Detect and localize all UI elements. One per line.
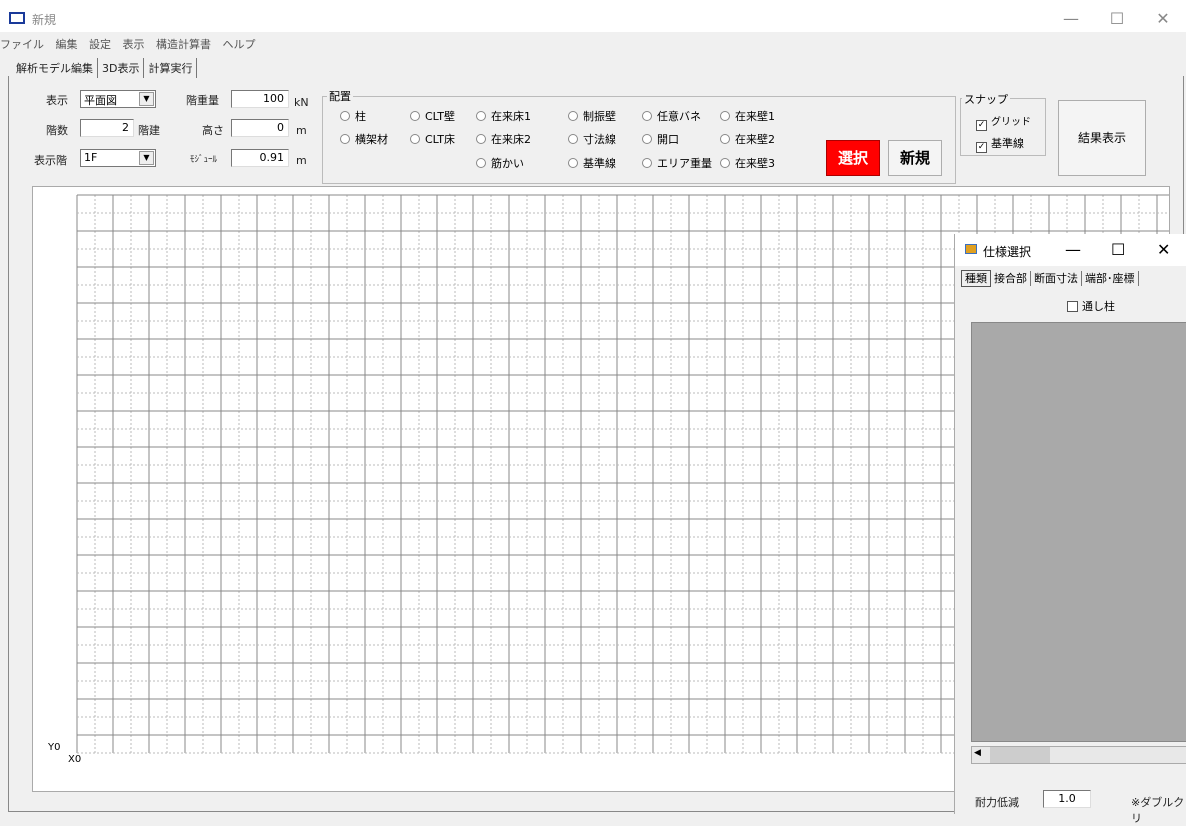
show-floor-select[interactable]: 1F ▼ — [80, 149, 156, 167]
module-unit: m — [296, 154, 307, 167]
close-button[interactable]: ✕ — [1140, 6, 1186, 32]
radio-wall1[interactable]: 在来壁1 — [720, 108, 775, 124]
tab-calc-run[interactable]: 計算実行 — [144, 58, 198, 78]
radio-dimension[interactable]: 寸法線 — [568, 131, 616, 147]
spec-window: 仕様選択 — ☐ ✕ 種類 接合部 断面寸法 端部･座標 通し柱 ◀ 耐力低減 1.0… — [954, 234, 1186, 825]
weight-unit: kN — [294, 96, 309, 109]
maximize-button[interactable]: ☐ — [1111, 240, 1125, 259]
height-label: 高さ — [202, 124, 224, 137]
menu-edit[interactable]: 編集 — [56, 38, 78, 51]
scroll-left-icon[interactable]: ◀ — [974, 748, 981, 758]
placement-title: 配置 — [327, 88, 353, 104]
grid-checkbox[interactable]: ✓ グリッド — [976, 113, 1031, 131]
floors-field[interactable]: 2 — [80, 119, 134, 137]
scroll-thumb[interactable] — [990, 747, 1050, 763]
floors-label: 階数 — [46, 124, 68, 137]
y0-label: Y0 — [48, 742, 61, 753]
height-unit: m — [296, 124, 307, 137]
radio-damper-wall[interactable]: 制振壁 — [568, 108, 616, 124]
radio-area-weight[interactable]: エリア重量 — [642, 155, 712, 171]
title-bar: 新規 — ☐ ✕ — [0, 0, 1186, 32]
horizontal-scrollbar[interactable]: ◀ — [971, 746, 1186, 764]
minimize-button[interactable]: — — [1048, 6, 1094, 32]
window-icon — [965, 244, 977, 254]
display-value: 平面図 — [84, 94, 117, 107]
note-text: ※ダブルクリ — [1131, 796, 1185, 825]
tab-3d-view[interactable]: 3D表示 — [98, 58, 145, 78]
baseline-checkbox[interactable]: ✓ 基準線 — [976, 135, 1024, 153]
weight-label: 階重量 — [186, 94, 219, 107]
radio-baseline[interactable]: 基準線 — [568, 155, 616, 171]
select-button[interactable]: 選択 — [826, 140, 880, 176]
tab-end[interactable]: 端部･座標 — [1082, 271, 1139, 286]
spec-title-bar: 仕様選択 — ☐ ✕ — [955, 234, 1186, 266]
module-label: ﾓｼﾞｭｰﾙ — [190, 155, 218, 165]
chevron-down-icon: ▼ — [139, 92, 154, 106]
through-column-checkbox[interactable]: 通し柱 — [1067, 298, 1115, 314]
spec-list-area[interactable] — [971, 322, 1186, 742]
menu-view[interactable]: 表示 — [123, 38, 145, 51]
new-button[interactable]: 新規 — [888, 140, 942, 176]
weight-field[interactable]: 100 — [231, 90, 289, 108]
menu-report[interactable]: 構造計算書 — [156, 38, 211, 51]
show-floor-label: 表示階 — [34, 154, 67, 167]
radio-opening[interactable]: 開口 — [642, 131, 679, 147]
height-field[interactable]: 0 — [231, 119, 289, 137]
menu-bar: ファイル 編集 設定 表示 構造計算書 ヘルプ — [0, 36, 264, 54]
reduction-label: 耐力低減 — [975, 796, 1019, 809]
radio-wall2[interactable]: 在来壁2 — [720, 131, 775, 147]
menu-help[interactable]: ヘルプ — [223, 38, 256, 51]
show-floor-value: 1F — [84, 151, 98, 164]
floors-unit: 階建 — [138, 124, 160, 137]
window-title: 新規 — [32, 13, 57, 27]
result-button[interactable]: 結果表示 — [1058, 100, 1146, 176]
display-label: 表示 — [46, 94, 68, 107]
reduction-field[interactable]: 1.0 — [1043, 790, 1091, 808]
radio-brace[interactable]: 筋かい — [476, 155, 524, 171]
radio-spring[interactable]: 任意バネ — [642, 108, 701, 124]
chevron-down-icon: ▼ — [139, 151, 154, 165]
radio-beam[interactable]: 横架材 — [340, 131, 388, 147]
close-button[interactable]: ✕ — [1157, 240, 1170, 259]
minimize-button[interactable]: — — [1065, 240, 1081, 259]
maximize-button[interactable]: ☐ — [1094, 6, 1140, 32]
module-field[interactable]: 0.91 — [231, 149, 289, 167]
tab-model-edit[interactable]: 解析モデル編集 — [12, 58, 98, 78]
tab-type[interactable]: 種類 — [961, 270, 991, 287]
radio-wall3[interactable]: 在来壁3 — [720, 155, 775, 171]
radio-floor1[interactable]: 在来床1 — [476, 108, 531, 124]
display-select[interactable]: 平面図 ▼ — [80, 90, 156, 108]
spec-title: 仕様選択 — [983, 245, 1032, 259]
tab-joint[interactable]: 接合部 — [991, 271, 1031, 286]
radio-floor2[interactable]: 在来床2 — [476, 131, 531, 147]
menu-settings[interactable]: 設定 — [89, 38, 111, 51]
tab-section[interactable]: 断面寸法 — [1031, 271, 1082, 286]
x0-label: X0 — [68, 754, 82, 765]
menu-file[interactable]: ファイル — [0, 38, 44, 51]
snap-title: スナップ — [962, 91, 1010, 107]
spec-tabs: 種類 接合部 断面寸法 端部･座標 — [961, 270, 1139, 287]
radio-clt-wall[interactable]: CLT壁 — [410, 108, 455, 124]
app-icon — [9, 12, 25, 24]
radio-clt-floor[interactable]: CLT床 — [410, 131, 455, 147]
main-tabs: 解析モデル編集 3D表示 計算実行 — [12, 58, 198, 78]
radio-column[interactable]: 柱 — [340, 108, 366, 124]
